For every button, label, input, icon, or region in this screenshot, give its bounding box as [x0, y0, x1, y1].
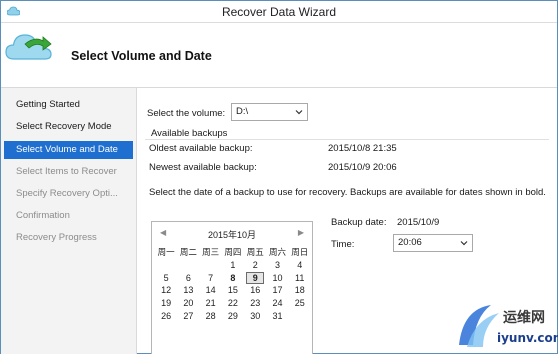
page-title: Select Volume and Date: [71, 49, 212, 63]
calendar-day[interactable]: 3: [266, 259, 288, 272]
calendar-day[interactable]: 28: [200, 310, 222, 323]
step-confirmation: Confirmation: [16, 210, 70, 221]
calendar-day: [289, 310, 311, 323]
calendar-grid: 周一 周二 周三 周四 周五 周六 周日 1 2 3 4 5 6 7 8 9 1…: [155, 246, 311, 323]
calendar-day[interactable]: 8: [222, 272, 244, 285]
backup-date-label: Backup date:: [331, 217, 387, 228]
calendar-day[interactable]: 13: [177, 284, 199, 297]
calendar-weekday-row: 周一 周二 周三 周四 周五 周六 周日: [155, 246, 311, 259]
calendar-day: [177, 259, 199, 272]
calendar-week-row: 5 6 7 8 9 10 11: [155, 271, 311, 285]
newest-backup-value: 2015/10/9 20:06: [328, 162, 397, 173]
calendar-day[interactable]: 12: [155, 284, 177, 297]
calendar-week-row: 19 20 21 22 23 24 25: [155, 297, 311, 310]
chevron-down-icon: [295, 110, 303, 115]
calendar-day[interactable]: 10: [266, 272, 288, 285]
calendar-day[interactable]: 23: [244, 297, 266, 310]
calendar-day[interactable]: 14: [200, 284, 222, 297]
calendar-day[interactable]: 2: [244, 259, 266, 272]
backup-calendar[interactable]: ◀ 2015年10月 ▶ 周一 周二 周三 周四 周五 周六 周日 1 2 3 …: [151, 221, 313, 354]
volume-select-value: D:\: [236, 106, 249, 117]
calendar-day: [155, 259, 177, 272]
time-label: Time:: [331, 239, 355, 250]
calendar-day[interactable]: 25: [289, 297, 311, 310]
available-backups-heading: Available backups: [151, 128, 228, 139]
step-specify-recovery-options: Specify Recovery Opti...: [16, 188, 118, 199]
date-instruction: Select the date of a backup to use for r…: [149, 187, 546, 198]
calendar-day[interactable]: 30: [244, 310, 266, 323]
weekday-label: 周二: [179, 247, 197, 257]
calendar-week-row: 12 13 14 15 16 17 18: [155, 284, 311, 297]
weekday-label: 周六: [268, 247, 286, 257]
wizard-window: Recover Data Wizard Select Volume and Da…: [0, 0, 558, 354]
wizard-header: Select Volume and Date: [1, 23, 557, 87]
step-select-volume-and-date[interactable]: Select Volume and Date: [4, 141, 133, 159]
available-backups-group-line: [145, 139, 549, 140]
calendar-day[interactable]: 27: [177, 310, 199, 323]
calendar-day[interactable]: 21: [200, 297, 222, 310]
calendar-day[interactable]: 16: [244, 284, 266, 297]
calendar-day[interactable]: 26: [155, 310, 177, 323]
volume-label: Select the volume:: [147, 108, 226, 119]
step-select-items-to-recover: Select Items to Recover: [16, 166, 117, 177]
calendar-day[interactable]: 11: [289, 272, 311, 285]
calendar-day[interactable]: 31: [266, 310, 288, 323]
watermark-logo-icon: [459, 305, 499, 347]
calendar-day[interactable]: 15: [222, 284, 244, 297]
calendar-day[interactable]: 9: [244, 271, 266, 285]
calendar-next-icon[interactable]: ▶: [298, 228, 304, 237]
volume-select[interactable]: D:\: [231, 103, 308, 121]
calendar-day[interactable]: 5: [155, 272, 177, 285]
step-recovery-progress: Recovery Progress: [16, 232, 97, 243]
weekday-label: 周日: [291, 247, 309, 257]
calendar-day[interactable]: 22: [222, 297, 244, 310]
calendar-day[interactable]: 4: [289, 259, 311, 272]
chevron-down-icon: [460, 241, 468, 246]
weekday-label: 周四: [224, 247, 242, 257]
oldest-backup-value: 2015/10/8 21:35: [328, 143, 397, 154]
newest-backup-label: Newest available backup:: [149, 162, 257, 173]
calendar-day[interactable]: 19: [155, 297, 177, 310]
calendar-day: [200, 259, 222, 272]
weekday-label: 周一: [157, 247, 175, 257]
step-select-recovery-mode[interactable]: Select Recovery Mode: [4, 118, 133, 136]
weekday-label: 周五: [246, 247, 264, 257]
watermark-text-cn: 运维网: [503, 310, 545, 326]
calendar-day[interactable]: 6: [177, 272, 199, 285]
calendar-day[interactable]: 17: [266, 284, 288, 297]
window-title: Recover Data Wizard: [221, 5, 337, 19]
site-watermark: 运维网 iyunv.com: [453, 301, 558, 353]
oldest-backup-label: Oldest available backup:: [149, 143, 253, 154]
backup-cloud-icon: [5, 34, 52, 60]
step-getting-started[interactable]: Getting Started: [4, 96, 133, 114]
calendar-day[interactable]: 18: [289, 284, 311, 297]
calendar-day[interactable]: 29: [222, 310, 244, 323]
calendar-week-row: 26 27 28 29 30 31: [155, 310, 311, 323]
calendar-day[interactable]: 7: [200, 272, 222, 285]
time-select[interactable]: 20:06: [393, 234, 473, 252]
calendar-day[interactable]: 24: [266, 297, 288, 310]
calendar-day[interactable]: 20: [177, 297, 199, 310]
calendar-day[interactable]: 1: [222, 259, 244, 272]
calendar-week-row: 1 2 3 4: [155, 259, 311, 272]
weekday-label: 周三: [202, 247, 220, 257]
time-select-value: 20:06: [398, 237, 422, 248]
title-bar[interactable]: Recover Data Wizard: [1, 1, 557, 23]
watermark-text-en: iyunv.com: [497, 331, 558, 345]
wizard-steps: Getting Started Select Recovery Mode Sel…: [1, 88, 136, 354]
calendar-month-title[interactable]: 2015年10月: [152, 228, 312, 241]
backup-date-value: 2015/10/9: [397, 217, 440, 228]
